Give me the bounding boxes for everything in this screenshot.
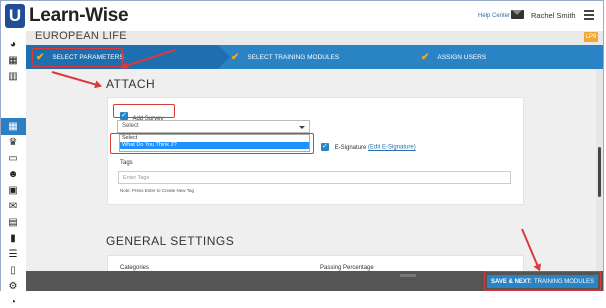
report-icon[interactable]: ▮ — [7, 234, 19, 244]
user-certificate-icon[interactable]: ▣ — [7, 186, 19, 196]
check-icon: ✔ — [421, 51, 430, 63]
attach-section-title: ATTACH — [106, 77, 156, 91]
page-title: EUROPEAN LIFE — [35, 30, 127, 42]
chevron-down-icon — [299, 126, 305, 129]
tags-input[interactable]: Enter Tags — [118, 171, 511, 184]
annotation-box — [113, 104, 175, 118]
esignature-label: E-Signature — [334, 144, 367, 151]
general-settings-card — [107, 255, 524, 271]
step-label: ASSIGN USERS — [437, 53, 487, 61]
tags-placeholder: Enter Tags — [123, 175, 150, 181]
step-label: SELECT TRAINING MODULES — [247, 53, 340, 61]
users-icon[interactable]: ☻ — [7, 170, 19, 180]
dashboard-icon[interactable]: ◕ — [7, 40, 19, 50]
top-bar: U Learn-Wise Help Center Rachel Smith — [1, 1, 603, 32]
logo-mark: U — [5, 4, 25, 28]
tags-note: Note: Press Enter to Create New Tag — [120, 188, 194, 193]
annotation-box — [484, 271, 601, 291]
logo-text: Learn-Wise — [29, 5, 129, 26]
scrollbar-thumb[interactable] — [598, 147, 601, 197]
grid-icon[interactable]: ▦ — [7, 122, 19, 132]
esignature-checkbox[interactable]: ✓ — [321, 143, 329, 151]
resize-handle[interactable] — [400, 274, 416, 277]
hamburger-menu-icon[interactable] — [584, 10, 594, 22]
survey-select-value: Select — [122, 123, 139, 129]
mail-icon[interactable] — [511, 10, 524, 19]
annotation-box — [110, 133, 314, 154]
calendar-icon[interactable]: ▤ — [7, 218, 19, 228]
checklist-icon[interactable]: ☰ — [7, 250, 19, 260]
page-title-bar: EUROPEAN LIFE LP9 — [26, 30, 603, 45]
library-icon[interactable]: ▥ — [7, 72, 19, 82]
annotation-box — [32, 48, 123, 67]
tags-label: Tags — [120, 160, 133, 166]
settings-icon[interactable]: ⚙ — [7, 282, 19, 292]
general-settings-title: GENERAL SETTINGS — [106, 234, 235, 248]
scrollbar[interactable] — [596, 69, 603, 271]
pie-chart-icon[interactable]: ◔ — [7, 298, 19, 308]
trophy-icon[interactable]: ♛ — [7, 138, 19, 148]
mail-icon[interactable]: ✉ — [7, 202, 19, 212]
step-select-training-modules[interactable]: ✔ SELECT TRAINING MODULES — [231, 45, 339, 69]
survey-select[interactable]: Select — [117, 120, 310, 133]
page-badge: LP9 — [584, 32, 598, 42]
presentation-icon[interactable]: ▭ — [7, 154, 19, 164]
edit-esignature-link[interactable]: (Edit E-Signature) — [368, 145, 416, 151]
user-name[interactable]: Rachel Smith — [531, 11, 576, 20]
tablet-icon[interactable]: ▯ — [7, 266, 19, 276]
step-assign-users[interactable]: ✔ ASSIGN USERS — [421, 45, 486, 69]
esignature-row: ✓ E-Signature (Edit E-Signature) — [321, 143, 416, 151]
help-center-link[interactable]: Help Center — [478, 13, 510, 19]
app-logo[interactable]: U Learn-Wise — [5, 4, 129, 28]
check-icon: ✔ — [231, 51, 240, 63]
sidebar: ◕ ▦ ▥ ▦ ♛ ▭ ☻ ▣ ✉ ▤ ▮ ☰ ▯ ⚙ ◔ — [1, 31, 27, 308]
book-icon[interactable]: ▦ — [7, 56, 19, 66]
